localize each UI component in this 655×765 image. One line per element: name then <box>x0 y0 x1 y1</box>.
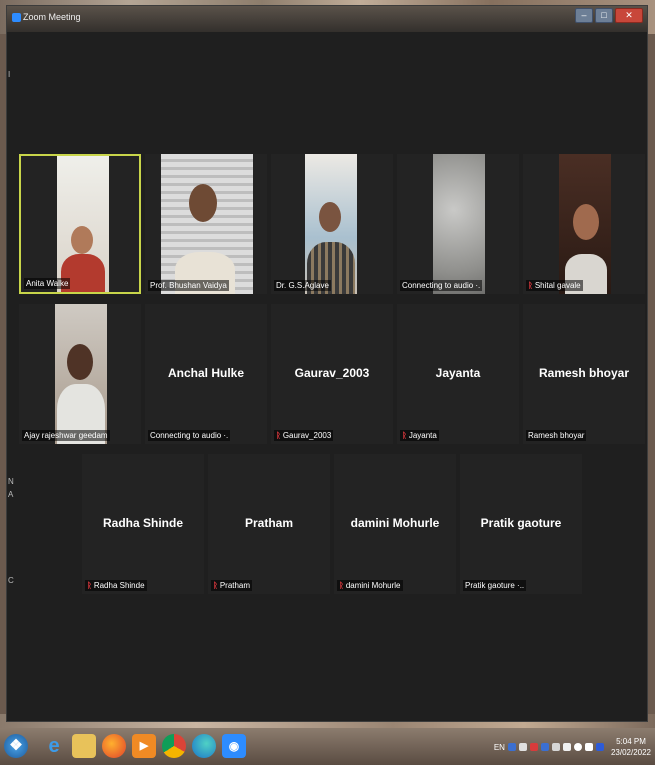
bluetooth-tray-icon[interactable] <box>540 743 549 751</box>
video-feed <box>305 154 357 294</box>
mic-off-icon: ᚱ <box>87 581 92 590</box>
participant-tile-jayanta[interactable]: Jayanta ᚱ Jayanta <box>397 304 519 444</box>
participant-label: Connecting to audio ·. <box>148 430 231 441</box>
participant-label: ᚱ damini Mohurle <box>337 580 403 591</box>
zoom-app-icon <box>12 13 21 22</box>
clock-date: 23/02/2022 <box>610 748 651 757</box>
system-tray: EN 5:04 PM 23/02/2022 <box>494 732 651 762</box>
participant-tile-anchal[interactable]: Anchal Hulke Connecting to audio ·. <box>145 304 267 444</box>
title-bar[interactable]: Zoom Meeting – □ ✕ <box>7 6 647 32</box>
person-head <box>71 226 93 254</box>
participant-label: Pratik gaoture ·.. <box>463 580 527 591</box>
participant-name: Radha Shinde <box>102 516 183 530</box>
language-indicator[interactable]: EN <box>494 743 505 752</box>
participant-label: ᚱ Shital gavale <box>526 280 583 291</box>
participant-tile-damini[interactable]: damini Mohurle ᚱ damini Mohurle <box>334 454 456 594</box>
zoom-icon[interactable]: ◉ <box>222 734 246 758</box>
participant-name: Jayanta <box>435 366 481 380</box>
participant-label: ᚱ Pratham <box>211 580 253 591</box>
participant-name: Gaurav_2003 <box>294 366 370 380</box>
participant-name: Anchal Hulke <box>167 366 245 380</box>
minimize-button[interactable]: – <box>575 8 593 23</box>
video-feed <box>57 156 109 292</box>
participant-tile-pratham[interactable]: Pratham ᚱ Pratham <box>208 454 330 594</box>
ie-icon[interactable]: e <box>42 734 66 758</box>
participant-label: ᚱ Gaurav_2003 <box>274 430 334 441</box>
person-head <box>189 184 217 222</box>
edge-icon[interactable] <box>192 734 216 758</box>
participant-label: Prof. Bhushan Vaidya <box>148 280 229 291</box>
network-tray-icon[interactable] <box>507 743 516 751</box>
flag-icon[interactable] <box>562 743 571 751</box>
search-tray-icon[interactable] <box>595 743 604 751</box>
file-explorer-icon[interactable] <box>72 734 96 758</box>
mic-off-icon: ᚱ <box>276 431 281 440</box>
participant-label: Ramesh bhoyar <box>526 430 587 441</box>
participant-label: Ajay rajeshwar geedam <box>22 430 110 441</box>
participant-name: damini Mohurle <box>350 516 440 530</box>
mic-off-icon: ᚱ <box>402 431 407 440</box>
participant-tile-aglave[interactable]: Dr. G.S.Aglave <box>271 154 393 294</box>
participant-tile-connecting[interactable]: Connecting to audio ·. <box>397 154 519 294</box>
zoom-window: Zoom Meeting – □ ✕ I N A C Anita Walke P… <box>6 5 648 722</box>
speaker-icon[interactable] <box>573 743 582 751</box>
clock-time: 5:04 PM <box>616 737 646 746</box>
start-orb-icon[interactable]: ❖ <box>4 734 28 758</box>
mic-off-icon: ᚱ <box>339 581 344 590</box>
clock[interactable]: 5:04 PM 23/02/2022 <box>611 736 651 758</box>
media-icon[interactable]: ▶ <box>132 734 156 758</box>
person-head <box>67 344 93 380</box>
participant-label: ᚱ Radha Shinde <box>85 580 147 591</box>
wifi-icon[interactable] <box>584 743 593 751</box>
mic-off-icon: ᚱ <box>528 281 533 290</box>
participant-tile-radha[interactable]: Radha Shinde ᚱ Radha Shinde <box>82 454 204 594</box>
person-head <box>319 202 341 232</box>
gallery-view: I N A C Anita Walke Prof. Bhushan Vaidya <box>7 32 647 721</box>
usb-tray-icon[interactable] <box>551 743 560 751</box>
participant-tile-ajay[interactable]: Ajay rajeshwar geedam <box>19 304 141 444</box>
maximize-button[interactable]: □ <box>595 8 613 23</box>
side-letter-a: A <box>8 490 14 499</box>
close-button[interactable]: ✕ <box>615 8 643 23</box>
participant-name: Ramesh bhoyar <box>538 366 630 380</box>
side-letter-top: I <box>8 70 11 79</box>
participant-tile-pratik[interactable]: Pratik gaoture Pratik gaoture ·.. <box>460 454 582 594</box>
windows-taskbar: ❖ e ▶ ◉ EN 5:04 PM 23/02/2022 <box>0 728 655 765</box>
firefox-icon[interactable] <box>102 734 126 758</box>
participant-tile-gaurav[interactable]: Gaurav_2003 ᚱ Gaurav_2003 <box>271 304 393 444</box>
participant-label: Connecting to audio ·. <box>400 280 483 291</box>
mic-off-icon: ᚱ <box>213 581 218 590</box>
participant-label: ᚱ Jayanta <box>400 430 439 441</box>
video-feed <box>433 154 485 294</box>
video-feed <box>161 154 253 294</box>
video-feed <box>559 154 611 294</box>
window-controls: – □ ✕ <box>575 8 643 23</box>
participant-tile-ramesh[interactable]: Ramesh bhoyar Ramesh bhoyar <box>523 304 645 444</box>
participant-name: Pratik gaoture <box>480 516 562 530</box>
side-letter-n: N <box>8 477 14 486</box>
participant-label: Dr. G.S.Aglave <box>274 280 331 291</box>
person-head <box>573 204 599 240</box>
window-title: Zoom Meeting <box>23 12 81 22</box>
participant-tile-anita[interactable]: Anita Walke <box>19 154 141 294</box>
participant-tile-bhushan[interactable]: Prof. Bhushan Vaidya <box>145 154 267 294</box>
participant-tile-shital[interactable]: ᚱ Shital gavale <box>523 154 645 294</box>
participant-label: Anita Walke <box>24 278 71 289</box>
tray-app-icon[interactable] <box>518 743 527 751</box>
antivirus-tray-icon[interactable] <box>529 743 538 751</box>
side-letter-c: C <box>8 576 14 585</box>
chrome-icon[interactable] <box>162 734 186 758</box>
video-feed <box>55 304 107 444</box>
participant-name: Pratham <box>244 516 294 530</box>
